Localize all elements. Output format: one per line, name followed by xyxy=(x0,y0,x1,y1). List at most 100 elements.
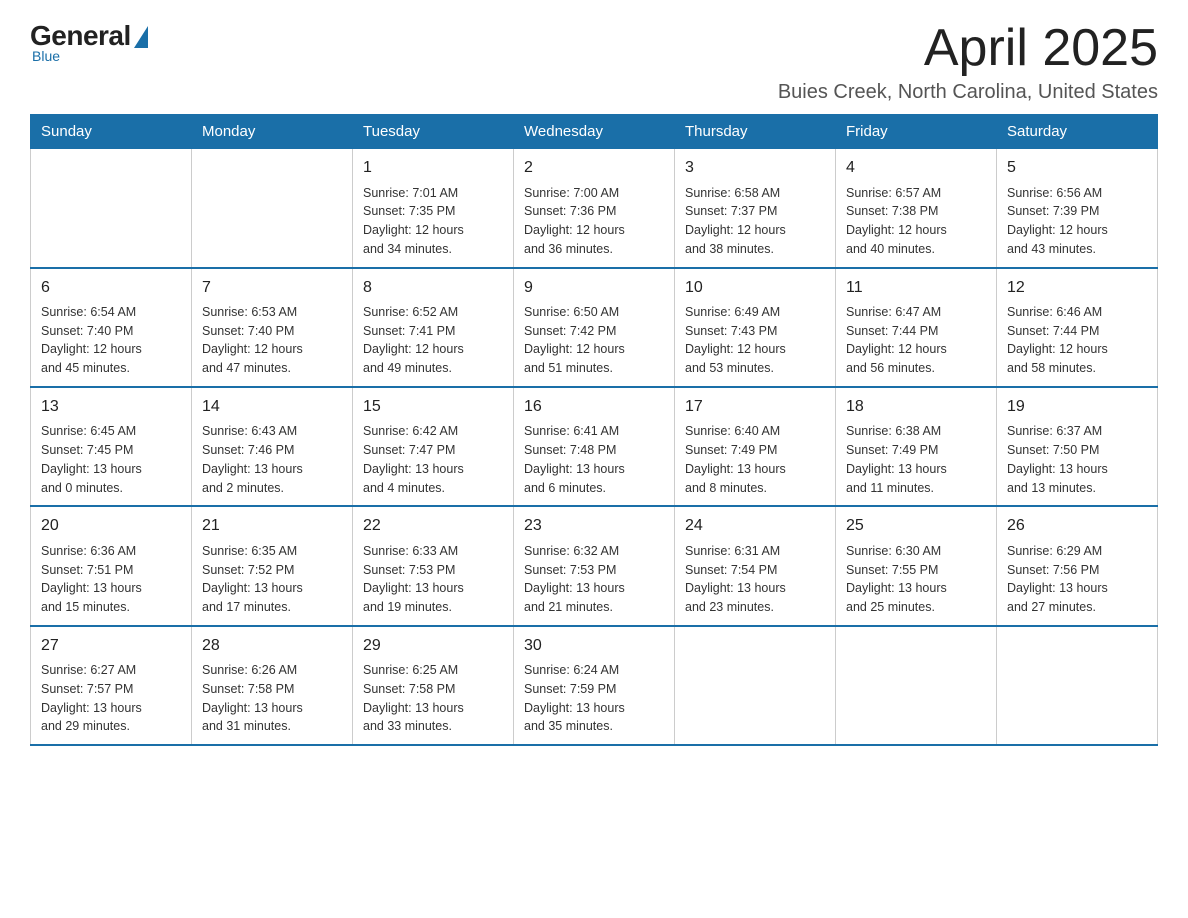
calendar-day-header: Monday xyxy=(192,115,353,149)
day-info: Sunrise: 6:36 AM Sunset: 7:51 PM Dayligh… xyxy=(41,542,181,617)
day-number: 2 xyxy=(524,157,664,179)
calendar-cell: 24Sunrise: 6:31 AM Sunset: 7:54 PM Dayli… xyxy=(675,506,836,625)
calendar-day-header: Friday xyxy=(836,115,997,149)
day-info: Sunrise: 6:49 AM Sunset: 7:43 PM Dayligh… xyxy=(685,303,825,378)
day-number: 1 xyxy=(363,157,503,179)
page-header: General Blue April 2025 Buies Creek, Nor… xyxy=(30,20,1158,104)
day-info: Sunrise: 6:42 AM Sunset: 7:47 PM Dayligh… xyxy=(363,422,503,497)
day-number: 16 xyxy=(524,396,664,418)
calendar-cell: 7 Sunrise: 6:53 AM Sunset: 7:40 PM Daylig… xyxy=(192,268,353,387)
day-number: 27 xyxy=(41,635,181,657)
calendar-cell: 30 Sunrise: 6:24 AM Sunset: 7:59 PM Dayli… xyxy=(514,626,675,745)
day-info: Sunrise: 6:46 AM Sunset: 7:44 PM Dayligh… xyxy=(1007,303,1147,378)
calendar-cell: 4 Sunrise: 6:57 AM Sunset: 7:38 PM Daylig… xyxy=(836,149,997,268)
day-info: Sunrise: 6:40 AM Sunset: 7:49 PM Dayligh… xyxy=(685,422,825,497)
day-number: 7 xyxy=(202,277,342,299)
calendar-cell xyxy=(836,626,997,745)
day-info: Sunrise: 6:33 AM Sunset: 7:53 PM Dayligh… xyxy=(363,542,503,617)
day-info: Sunrise: 6:27 AM Sunset: 7:57 PM Dayligh… xyxy=(41,661,181,736)
day-info: Sunrise: 7:00 AM Sunset: 7:36 PM Dayligh… xyxy=(524,184,664,259)
day-info: Sunrise: 6:50 AM Sunset: 7:42 PM Dayligh… xyxy=(524,303,664,378)
day-info: Sunrise: 6:26 AM Sunset: 7:58 PM Dayligh… xyxy=(202,661,342,736)
calendar-cell: 8 Sunrise: 6:52 AM Sunset: 7:41 PM Daylig… xyxy=(353,268,514,387)
calendar-cell: 27 Sunrise: 6:27 AM Sunset: 7:57 PM Dayli… xyxy=(31,626,192,745)
calendar-cell: 21 Sunrise: 6:35 AM Sunset: 7:52 PM Dayli… xyxy=(192,506,353,625)
day-info: Sunrise: 6:47 AM Sunset: 7:44 PM Dayligh… xyxy=(846,303,986,378)
day-info: Sunrise: 7:01 AM Sunset: 7:35 PM Dayligh… xyxy=(363,184,503,259)
calendar-day-header: Wednesday xyxy=(514,115,675,149)
month-title: April 2025 xyxy=(778,20,1158,77)
calendar-cell: 12 Sunrise: 6:46 AM Sunset: 7:44 PM Dayli… xyxy=(997,268,1158,387)
day-info: Sunrise: 6:53 AM Sunset: 7:40 PM Dayligh… xyxy=(202,303,342,378)
calendar-cell: 19 Sunrise: 6:37 AM Sunset: 7:50 PM Dayli… xyxy=(997,387,1158,506)
week-row: 1 Sunrise: 7:01 AM Sunset: 7:35 PM Daylig… xyxy=(31,149,1158,268)
day-number: 14 xyxy=(202,396,342,418)
calendar-cell xyxy=(997,626,1158,745)
day-info: Sunrise: 6:56 AM Sunset: 7:39 PM Dayligh… xyxy=(1007,184,1147,259)
calendar-cell: 26Sunrise: 6:29 AM Sunset: 7:56 PM Dayli… xyxy=(997,506,1158,625)
calendar-cell: 3Sunrise: 6:58 AM Sunset: 7:37 PM Daylig… xyxy=(675,149,836,268)
calendar-cell: 2 Sunrise: 7:00 AM Sunset: 7:36 PM Daylig… xyxy=(514,149,675,268)
location-title: Buies Creek, North Carolina, United Stat… xyxy=(778,81,1158,104)
week-row: 13Sunrise: 6:45 AM Sunset: 7:45 PM Dayli… xyxy=(31,387,1158,506)
calendar-cell xyxy=(192,149,353,268)
logo-triangle-icon xyxy=(134,26,148,48)
day-info: Sunrise: 6:38 AM Sunset: 7:49 PM Dayligh… xyxy=(846,422,986,497)
calendar-cell: 25Sunrise: 6:30 AM Sunset: 7:55 PM Dayli… xyxy=(836,506,997,625)
day-number: 8 xyxy=(363,277,503,299)
day-info: Sunrise: 6:57 AM Sunset: 7:38 PM Dayligh… xyxy=(846,184,986,259)
day-number: 30 xyxy=(524,635,664,657)
calendar-day-header: Thursday xyxy=(675,115,836,149)
day-info: Sunrise: 6:30 AM Sunset: 7:55 PM Dayligh… xyxy=(846,542,986,617)
day-number: 10 xyxy=(685,277,825,299)
day-number: 26 xyxy=(1007,515,1147,537)
day-info: Sunrise: 6:24 AM Sunset: 7:59 PM Dayligh… xyxy=(524,661,664,736)
day-info: Sunrise: 6:54 AM Sunset: 7:40 PM Dayligh… xyxy=(41,303,181,378)
calendar-cell: 18 Sunrise: 6:38 AM Sunset: 7:49 PM Dayli… xyxy=(836,387,997,506)
day-number: 4 xyxy=(846,157,986,179)
day-info: Sunrise: 6:37 AM Sunset: 7:50 PM Dayligh… xyxy=(1007,422,1147,497)
day-number: 15 xyxy=(363,396,503,418)
day-number: 9 xyxy=(524,277,664,299)
day-number: 11 xyxy=(846,277,986,299)
day-info: Sunrise: 6:58 AM Sunset: 7:37 PM Dayligh… xyxy=(685,184,825,259)
day-info: Sunrise: 6:52 AM Sunset: 7:41 PM Dayligh… xyxy=(363,303,503,378)
day-info: Sunrise: 6:32 AM Sunset: 7:53 PM Dayligh… xyxy=(524,542,664,617)
day-info: Sunrise: 6:43 AM Sunset: 7:46 PM Dayligh… xyxy=(202,422,342,497)
day-number: 12 xyxy=(1007,277,1147,299)
day-info: Sunrise: 6:41 AM Sunset: 7:48 PM Dayligh… xyxy=(524,422,664,497)
calendar-cell: 9 Sunrise: 6:50 AM Sunset: 7:42 PM Daylig… xyxy=(514,268,675,387)
calendar-cell: 28Sunrise: 6:26 AM Sunset: 7:58 PM Dayli… xyxy=(192,626,353,745)
calendar-cell: 23 Sunrise: 6:32 AM Sunset: 7:53 PM Dayli… xyxy=(514,506,675,625)
calendar-cell: 16 Sunrise: 6:41 AM Sunset: 7:48 PM Dayli… xyxy=(514,387,675,506)
day-number: 21 xyxy=(202,515,342,537)
calendar-cell: 10 Sunrise: 6:49 AM Sunset: 7:43 PM Dayli… xyxy=(675,268,836,387)
calendar-day-header: Sunday xyxy=(31,115,192,149)
day-info: Sunrise: 6:35 AM Sunset: 7:52 PM Dayligh… xyxy=(202,542,342,617)
day-number: 18 xyxy=(846,396,986,418)
calendar-cell: 14 Sunrise: 6:43 AM Sunset: 7:46 PM Dayli… xyxy=(192,387,353,506)
logo: General Blue xyxy=(30,20,148,64)
day-number: 17 xyxy=(685,396,825,418)
calendar-cell xyxy=(31,149,192,268)
calendar-cell: 1 Sunrise: 7:01 AM Sunset: 7:35 PM Daylig… xyxy=(353,149,514,268)
calendar-cell: 6 Sunrise: 6:54 AM Sunset: 7:40 PM Daylig… xyxy=(31,268,192,387)
day-number: 13 xyxy=(41,396,181,418)
day-number: 23 xyxy=(524,515,664,537)
calendar-cell: 13Sunrise: 6:45 AM Sunset: 7:45 PM Dayli… xyxy=(31,387,192,506)
calendar-day-header: Saturday xyxy=(997,115,1158,149)
logo-blue-text: Blue xyxy=(32,48,60,64)
day-number: 5 xyxy=(1007,157,1147,179)
title-area: April 2025 Buies Creek, North Carolina, … xyxy=(778,20,1158,104)
calendar-cell: 20 Sunrise: 6:36 AM Sunset: 7:51 PM Dayli… xyxy=(31,506,192,625)
calendar-header-row: SundayMondayTuesdayWednesdayThursdayFrid… xyxy=(31,115,1158,149)
week-row: 6 Sunrise: 6:54 AM Sunset: 7:40 PM Daylig… xyxy=(31,268,1158,387)
week-row: 20 Sunrise: 6:36 AM Sunset: 7:51 PM Dayli… xyxy=(31,506,1158,625)
day-number: 22 xyxy=(363,515,503,537)
week-row: 27 Sunrise: 6:27 AM Sunset: 7:57 PM Dayli… xyxy=(31,626,1158,745)
day-number: 6 xyxy=(41,277,181,299)
calendar-cell: 11 Sunrise: 6:47 AM Sunset: 7:44 PM Dayli… xyxy=(836,268,997,387)
calendar-cell: 17 Sunrise: 6:40 AM Sunset: 7:49 PM Dayli… xyxy=(675,387,836,506)
day-number: 19 xyxy=(1007,396,1147,418)
day-number: 20 xyxy=(41,515,181,537)
